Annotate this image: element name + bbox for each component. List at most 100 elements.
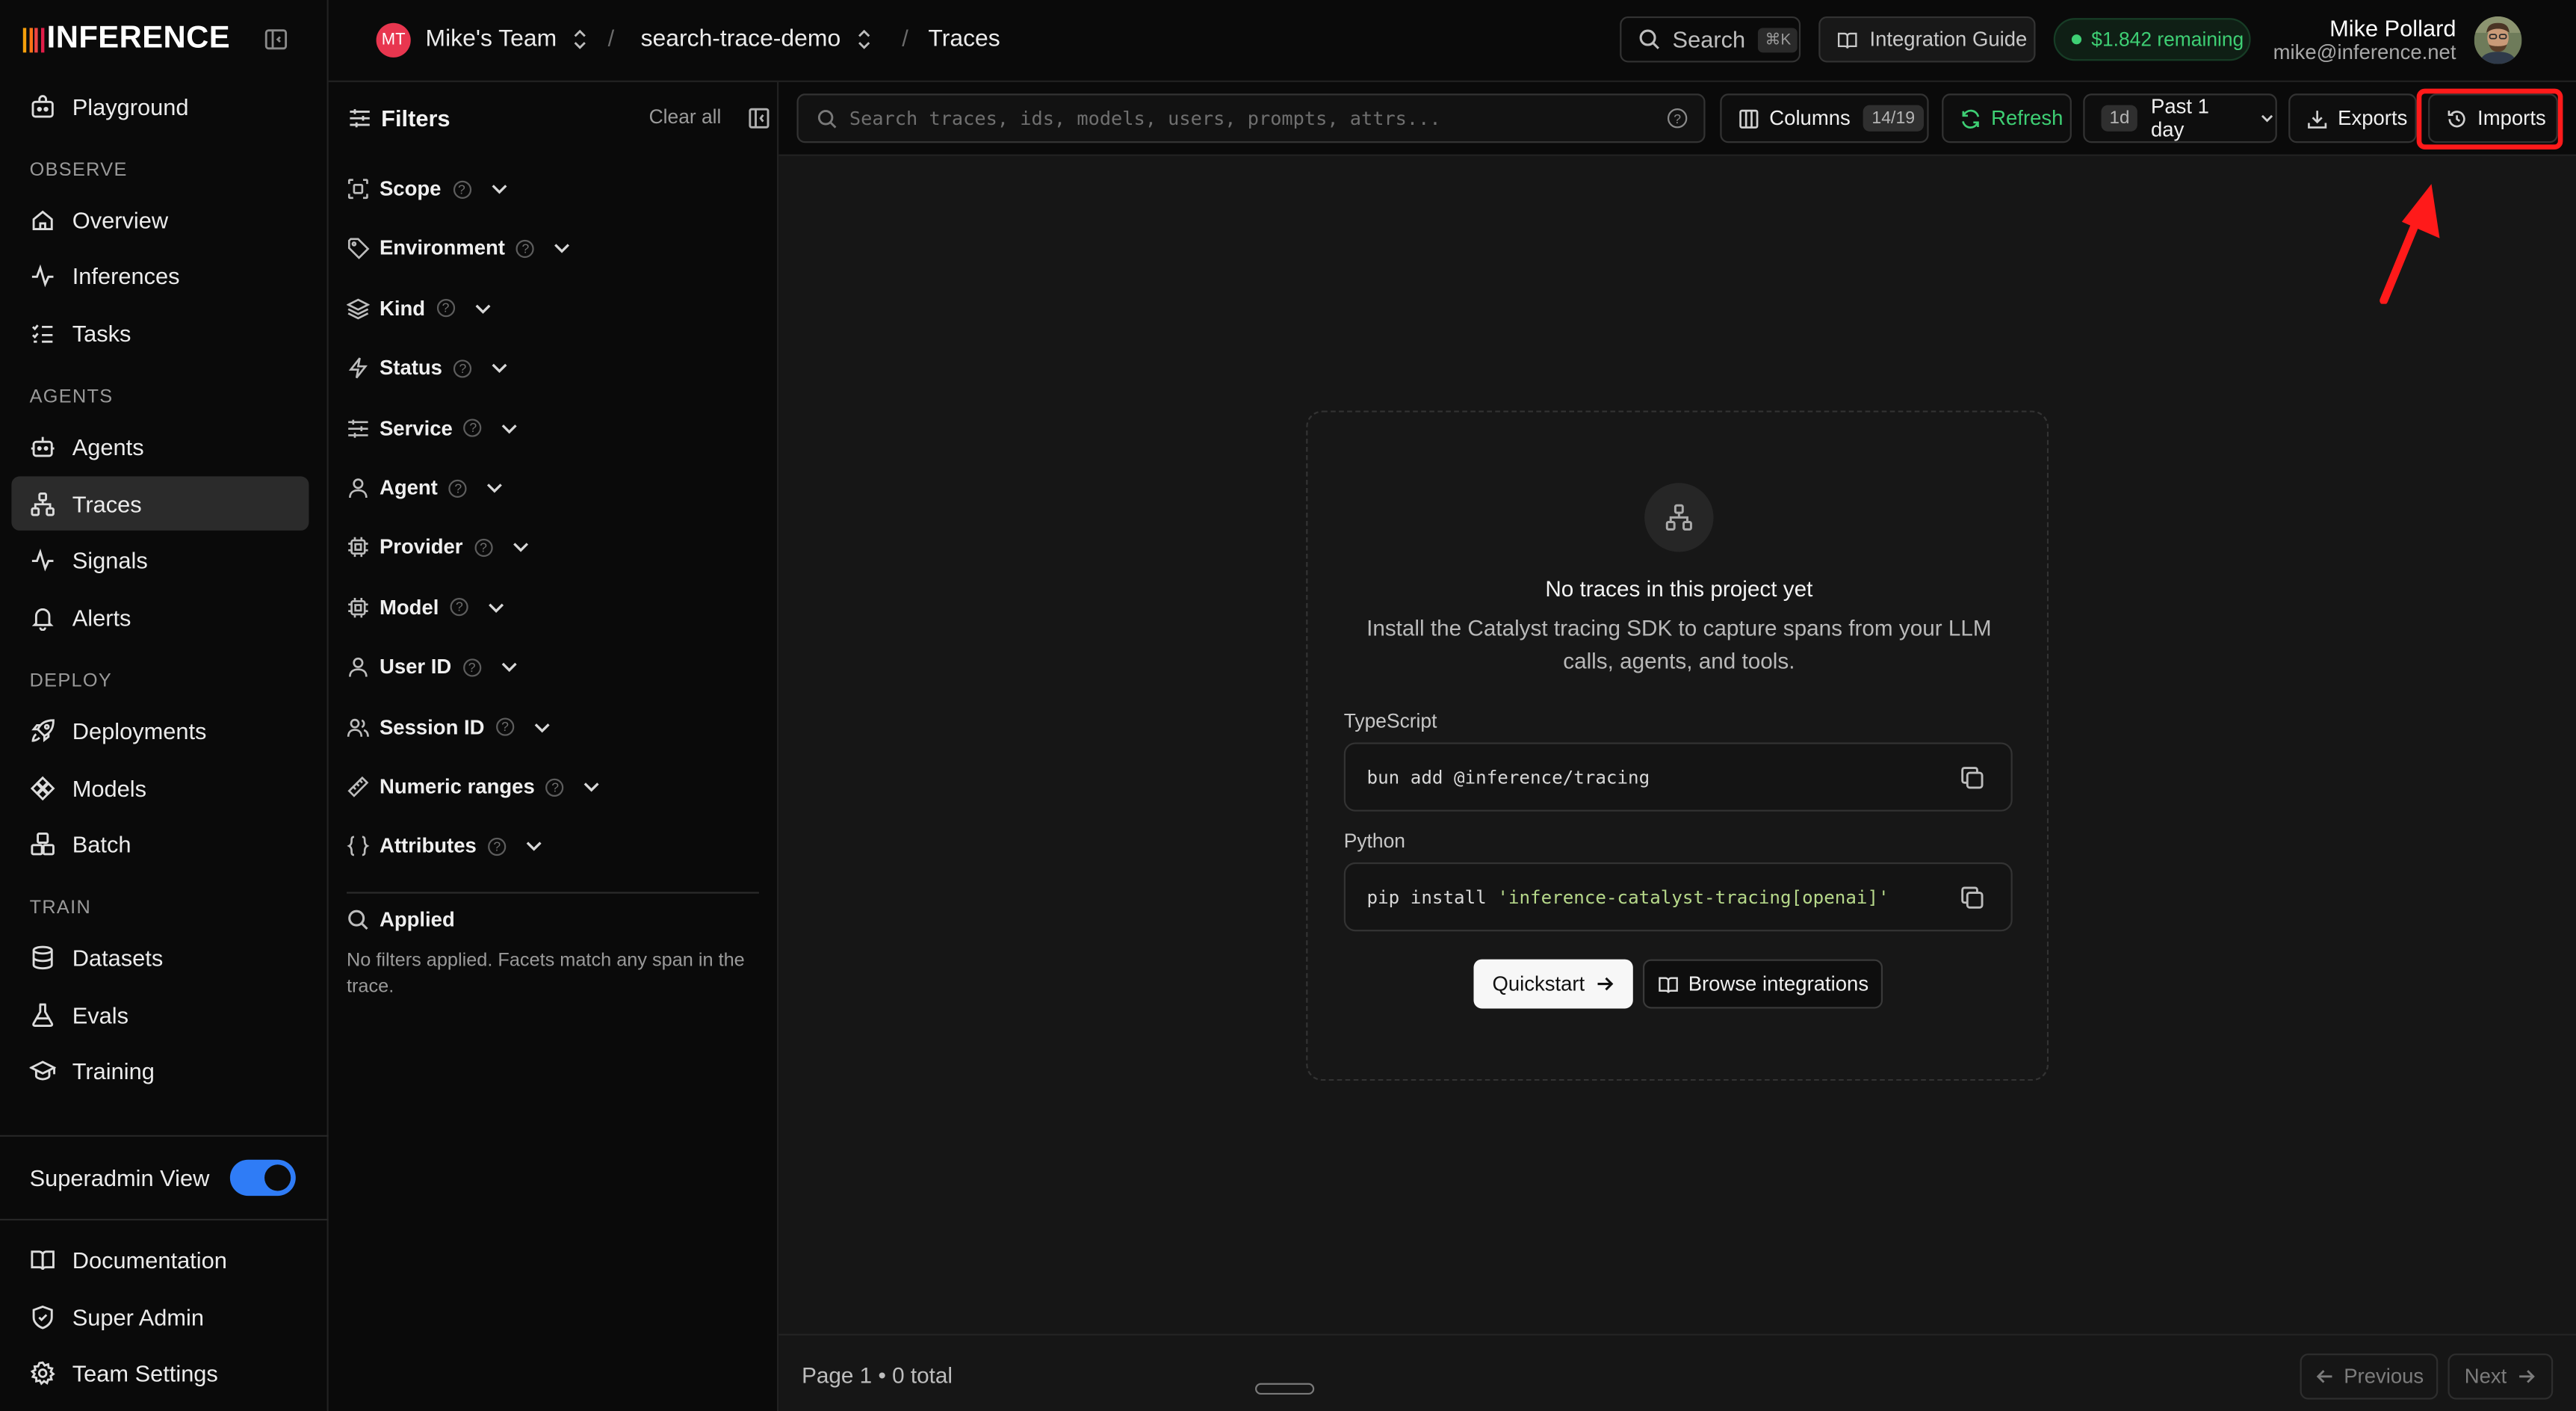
sidebar-item-agents[interactable]: Agents	[11, 419, 309, 473]
help-icon[interactable]: ?	[464, 419, 483, 437]
time-range-select[interactable]: 1d Past 1 day	[2083, 93, 2277, 143]
chevron-down-icon[interactable]	[486, 598, 506, 617]
chevron-down-icon[interactable]	[553, 239, 572, 259]
brand-logo[interactable]: INFERENCE	[22, 22, 230, 56]
sidebar-item-models[interactable]: Models	[11, 761, 309, 815]
arrow-right-icon	[2516, 1367, 2536, 1386]
sidebar-item-super-admin[interactable]: Super Admin	[11, 1289, 309, 1344]
clear-all-button[interactable]: Clear all	[649, 105, 722, 129]
sidebar-item-training[interactable]: Training	[11, 1043, 309, 1098]
chevron-down-icon[interactable]	[499, 658, 518, 677]
typescript-command: bun add @inference/tracing	[1366, 766, 1650, 788]
sidebar-item-team-settings[interactable]: Team Settings	[11, 1345, 309, 1400]
facet-user-id[interactable]: User ID?	[347, 652, 518, 682]
copy-icon[interactable]	[1960, 886, 1984, 910]
sidebar-item-tasks[interactable]: Tasks	[11, 306, 309, 360]
team-name: Mike's Team	[425, 26, 557, 53]
sidebar-item-label: Alerts	[72, 603, 131, 630]
sidebar-item-deployments[interactable]: Deployments	[11, 703, 309, 758]
ruler-icon	[347, 775, 370, 798]
quickstart-button[interactable]: Quickstart	[1473, 959, 1633, 1009]
help-icon[interactable]: ?	[436, 299, 455, 318]
help-icon[interactable]: ?	[546, 777, 565, 796]
credits-badge[interactable]: $1.842 remaining	[2053, 18, 2251, 61]
sidebar-item-overview[interactable]: Overview	[11, 192, 309, 247]
integration-guide-label: Integration Guide	[1869, 28, 2028, 52]
facet-model[interactable]: Model?	[347, 593, 507, 623]
activity-icon	[30, 262, 56, 288]
empty-state-title: No traces in this project yet	[1545, 576, 1813, 602]
exports-button[interactable]: Exports	[2288, 93, 2417, 143]
integration-guide-button[interactable]: Integration Guide	[1818, 16, 2036, 63]
help-icon[interactable]: ?	[452, 179, 471, 198]
facet-attributes[interactable]: Attributes?	[347, 832, 544, 862]
sidebar-item-datasets[interactable]: Datasets	[11, 930, 309, 984]
previous-page-button[interactable]: Previous	[2300, 1353, 2439, 1400]
facet-provider[interactable]: Provider?	[347, 533, 530, 563]
help-icon[interactable]: ?	[488, 837, 507, 856]
book-icon	[30, 1246, 56, 1272]
help-icon[interactable]: ?	[474, 538, 493, 557]
layers-icon	[346, 297, 370, 320]
help-icon[interactable]: ?	[462, 658, 481, 676]
breadcrumb-separator: /	[902, 24, 908, 52]
traces-search-input[interactable]	[849, 106, 1655, 130]
sidebar-item-traces[interactable]: Traces	[11, 476, 309, 531]
sidebar-item-playground[interactable]: Playground	[11, 78, 309, 133]
facet-session-id[interactable]: Session ID?	[347, 712, 552, 742]
chevron-down-icon[interactable]	[489, 179, 508, 199]
next-page-button[interactable]: Next	[2447, 1353, 2554, 1400]
facet-agent[interactable]: Agent?	[347, 473, 505, 503]
gear-icon	[30, 1359, 56, 1386]
browse-integrations-button[interactable]: Browse integrations	[1642, 959, 1883, 1009]
chevron-down-icon[interactable]	[510, 538, 530, 558]
facet-kind[interactable]: Kind?	[346, 294, 492, 324]
facet-status[interactable]: Status?	[347, 353, 510, 383]
sidebar-item-label: Documentation	[72, 1246, 227, 1273]
facet-service[interactable]: Service?	[347, 413, 520, 443]
chevron-up-down-icon	[854, 28, 873, 51]
traces-search-field[interactable]: ?	[796, 93, 1706, 143]
sidebar-item-signals[interactable]: Signals	[11, 532, 309, 587]
chevron-down-icon[interactable]	[524, 837, 544, 856]
copy-icon[interactable]	[1960, 765, 1984, 790]
facet-scope[interactable]: Scope?	[347, 174, 509, 204]
team-switcher[interactable]: MT Mike's Team	[376, 0, 590, 78]
sidebar-item-batch[interactable]: Batch	[11, 816, 309, 871]
chevron-down-icon[interactable]	[532, 717, 551, 737]
refresh-button[interactable]: Refresh	[1942, 93, 2072, 143]
columns-button[interactable]: Columns 14/19	[1720, 93, 1929, 143]
filters-header: Filters Clear all	[348, 102, 770, 135]
superadmin-toggle[interactable]	[229, 1159, 296, 1197]
help-icon[interactable]: ?	[495, 717, 515, 736]
help-icon[interactable]: ?	[449, 478, 468, 497]
global-search-button[interactable]: Search ⌘K	[1620, 16, 1801, 63]
chevron-down-icon[interactable]	[486, 478, 505, 498]
help-icon[interactable]: ?	[453, 359, 472, 377]
sidebar-collapse-icon[interactable]	[263, 26, 289, 52]
superadmin-row: Superadmin View	[30, 1158, 296, 1198]
sidebar-item-inferences[interactable]: Inferences	[11, 248, 309, 303]
chevron-down-icon[interactable]	[473, 299, 492, 318]
bot-icon	[30, 433, 56, 459]
sidebar-item-documentation[interactable]: Documentation	[11, 1232, 309, 1286]
sidebar-item-alerts[interactable]: Alerts	[11, 590, 309, 644]
list-checks-icon	[30, 319, 56, 345]
chevron-down-icon[interactable]	[501, 419, 520, 438]
facet-environment[interactable]: Environment?	[347, 234, 572, 264]
search-help-icon[interactable]: ?	[1667, 108, 1688, 129]
help-icon[interactable]: ?	[516, 239, 535, 258]
network-icon	[30, 490, 56, 516]
user-avatar[interactable]	[2474, 16, 2522, 64]
horizontal-scroll-handle[interactable]	[1255, 1383, 1315, 1395]
collapse-panel-icon[interactable]	[748, 107, 771, 130]
imports-button[interactable]: Imports	[2428, 93, 2558, 143]
project-switcher[interactable]: search-trace-demo	[641, 0, 874, 78]
sidebar-item-evals[interactable]: Evals	[11, 987, 309, 1042]
facet-label: Status	[379, 356, 442, 380]
chevron-down-icon[interactable]	[583, 777, 602, 797]
facet-numeric-ranges[interactable]: Numeric ranges?	[347, 772, 602, 802]
user-email: mike@inference.net	[2273, 40, 2456, 64]
help-icon[interactable]: ?	[450, 598, 468, 617]
chevron-down-icon[interactable]	[490, 359, 510, 378]
